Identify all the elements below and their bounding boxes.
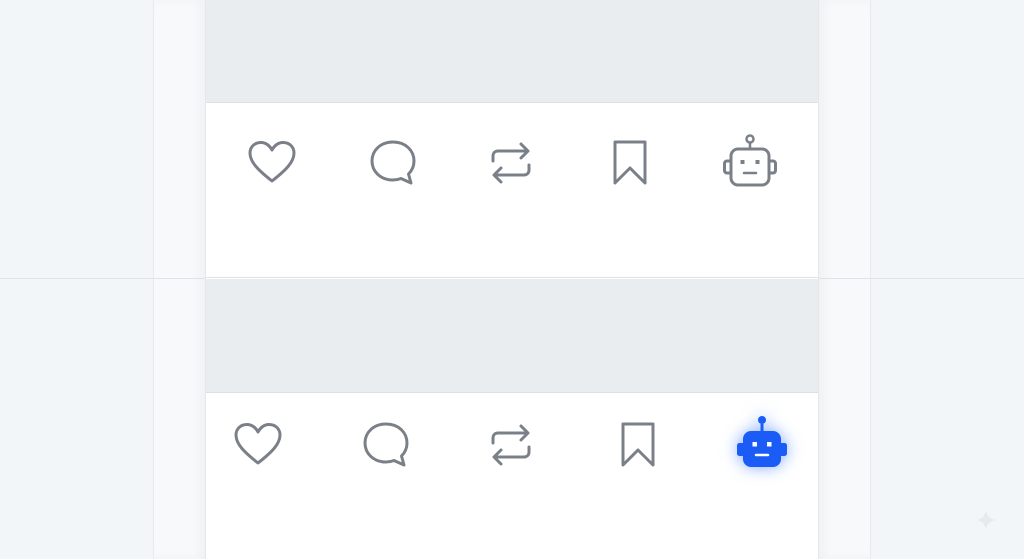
robot-icon (737, 416, 787, 467)
comment-button[interactable] (356, 415, 416, 475)
sparkle-icon (976, 510, 996, 530)
repost-button[interactable] (481, 415, 541, 475)
bookmark-icon (613, 140, 647, 185)
right-panel (870, 0, 1024, 559)
comment-icon (370, 140, 416, 185)
comment-button[interactable] (363, 133, 423, 193)
heart-icon (248, 141, 296, 183)
page (0, 0, 1024, 559)
heart-icon (234, 423, 282, 465)
post-action-bar (206, 103, 818, 223)
right-gutter (819, 0, 870, 559)
like-button[interactable] (228, 415, 288, 475)
robot-icon (723, 134, 777, 187)
ai-assistant-button-active[interactable] (732, 415, 792, 475)
post-action-bar (206, 393, 818, 513)
repost-button[interactable] (481, 133, 541, 193)
comment-icon (363, 422, 409, 467)
like-button[interactable] (242, 133, 302, 193)
left-gutter (154, 0, 205, 559)
bookmark-button[interactable] (600, 133, 660, 193)
feed (205, 0, 819, 559)
repost-icon (491, 424, 531, 466)
post-card (206, 279, 818, 559)
bookmark-button[interactable] (608, 415, 668, 475)
post-card (206, 0, 818, 278)
ai-assistant-button[interactable] (720, 133, 780, 193)
repost-icon (491, 142, 531, 184)
post-media-placeholder[interactable] (206, 0, 818, 103)
bookmark-icon (621, 422, 655, 467)
post-media-placeholder[interactable] (206, 279, 818, 393)
left-panel (0, 0, 154, 559)
